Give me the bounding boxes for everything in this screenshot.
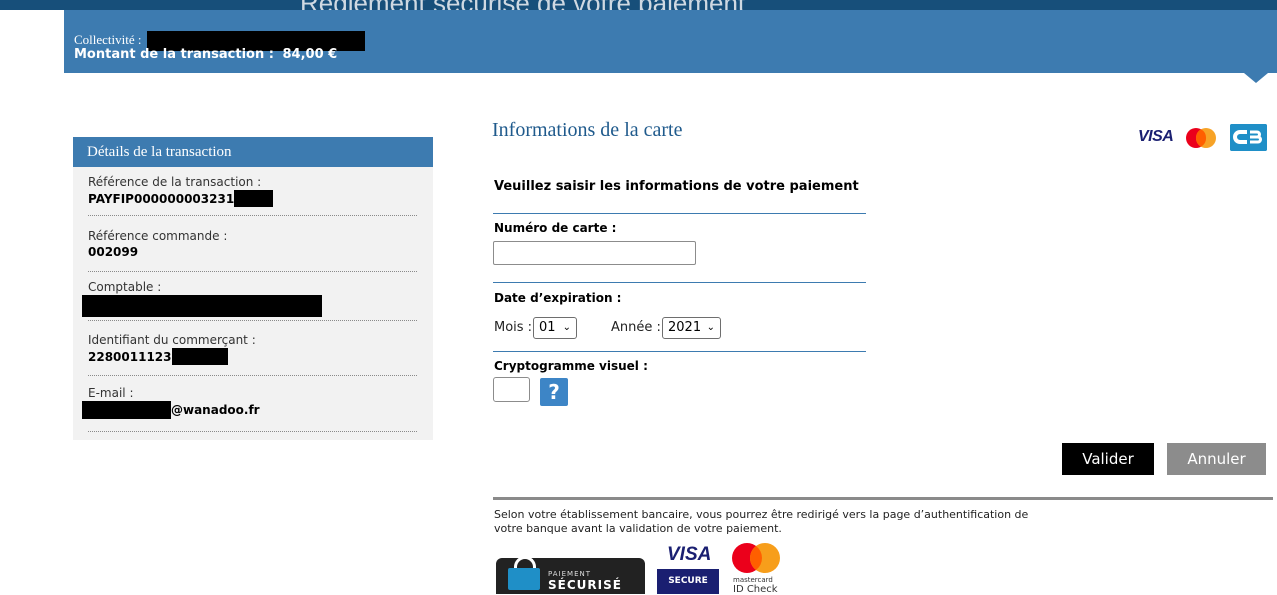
chevron-down-icon: ⌄ (706, 322, 715, 333)
amount-label: Montant de la transaction : (74, 47, 274, 62)
badge-cb-line1: PAIEMENT (548, 570, 592, 578)
collectivity-label: Collectivité : (74, 31, 142, 47)
cancel-button[interactable]: Annuler (1167, 443, 1266, 475)
email-domain-value: @wanadoo.fr (171, 403, 260, 417)
separator (493, 213, 866, 214)
top-banner-text: Règlement sécurisé de votre paiement (300, 0, 745, 10)
detail-label: Identifiant du commerçant : (88, 333, 256, 347)
chevron-down-icon: ⌄ (562, 322, 571, 333)
detail-value (82, 295, 417, 317)
cb-logo (1230, 124, 1267, 151)
detail-label: E-mail : (88, 386, 134, 400)
detail-value: PAYFIP000000003231 (88, 190, 417, 207)
cb-small-logo (508, 568, 540, 590)
transaction-reference-value: PAYFIP000000003231 (88, 191, 235, 206)
year-label: Année : (611, 320, 661, 335)
year-select[interactable]: 2021 ⌄ (662, 317, 721, 339)
detail-transaction-reference: Référence de la transaction : PAYFIP0000… (88, 175, 417, 216)
detail-value: 002099 (88, 245, 139, 259)
card-info-title: Informations de la carte (492, 119, 683, 141)
separator (493, 351, 866, 352)
badge-mc-line1: mastercard (733, 576, 773, 584)
detail-email: E-mail : @wanadoo.fr (82, 386, 417, 432)
visa-secure-badge-word: VISA (667, 544, 712, 565)
cvv-input[interactable] (493, 377, 530, 402)
badge-cb-line2: SÉCURISÉ (548, 578, 622, 592)
month-selected-value: 01 (539, 320, 556, 335)
card-number-label: Numéro de carte : (494, 221, 617, 235)
month-select[interactable]: 01 ⌄ (533, 317, 577, 339)
bank-redirect-notice: Selon votre établissement bancaire, vous… (494, 508, 1029, 535)
validate-button[interactable]: Valider (1062, 443, 1154, 475)
mastercard-logo (1186, 128, 1216, 148)
amount-line: Montant de la transaction : 84,00 € (74, 47, 337, 62)
mastercard-circles-icon (732, 543, 780, 573)
separator (493, 282, 866, 283)
redacted-reference (234, 190, 274, 207)
transaction-details-panel: Détails de la transaction Référence de l… (73, 137, 433, 440)
card-number-input[interactable] (493, 241, 696, 265)
year-selected-value: 2021 (668, 320, 702, 335)
cvv-help-button[interactable]: ? (540, 378, 568, 406)
detail-value: 2280011123 (88, 348, 417, 365)
detail-label: Comptable : (88, 280, 162, 294)
expiry-label: Date d’expiration : (494, 291, 622, 305)
merchant-id-value: 2280011123 (88, 349, 172, 364)
form-instruction: Veuillez saisir les informations de votr… (494, 179, 859, 194)
visa-secure-badge: SECURE (657, 569, 719, 594)
redacted-merchant-id (171, 348, 228, 365)
detail-order-reference: Référence commande : 002099 (88, 229, 417, 272)
detail-value: @wanadoo.fr (82, 401, 417, 419)
detail-label: Référence de la transaction : (88, 175, 262, 189)
details-panel-title: Détails de la transaction (73, 137, 433, 167)
redacted-accountant (82, 295, 322, 317)
visa-logo: VISA (1138, 128, 1174, 145)
detail-merchant-id: Identifiant du commerçant : 2280011123 (88, 333, 417, 376)
cb-secure-payment-badge: PAIEMENT SÉCURISÉ (496, 558, 645, 594)
top-banner-strip: Règlement sécurisé de votre paiement (0, 0, 1277, 10)
amount-value: 84,00 € (282, 47, 338, 62)
detail-accountant: Comptable : (82, 280, 417, 321)
redacted-email (82, 401, 171, 419)
month-label: Mois : (494, 320, 533, 335)
transaction-header: Collectivité : Montant de la transaction… (64, 10, 1277, 73)
detail-label: Référence commande : (88, 229, 228, 243)
mastercard-id-check-badge: mastercard ID Check (729, 540, 785, 595)
cvv-label: Cryptogramme visuel : (494, 359, 648, 373)
footer-separator (493, 497, 1273, 500)
header-notch (1244, 73, 1268, 83)
badge-mc-line2: ID Check (733, 584, 778, 595)
